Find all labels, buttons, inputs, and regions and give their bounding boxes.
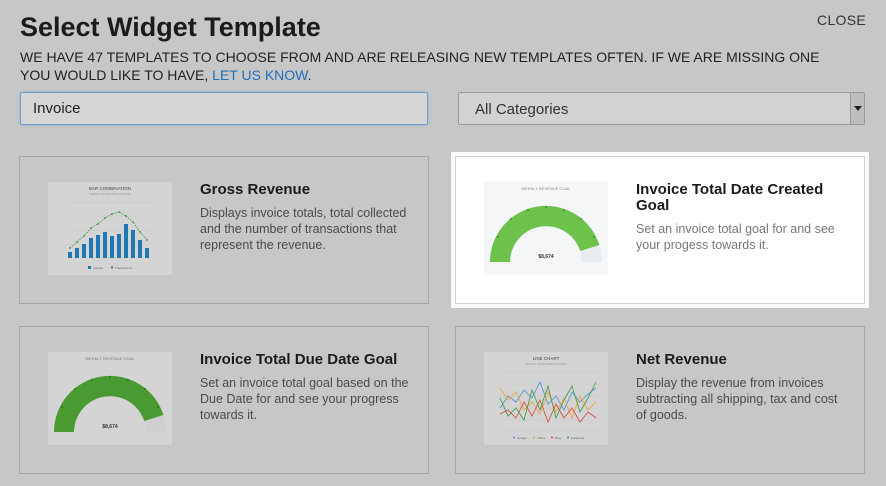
gauge-thumbnail: WEEKLY REVENUE GOAL $8,674 [48,352,172,445]
bar-chart-icon: BAR COMBINATION SERIES MIXED BRIGHTNESS [66,186,158,270]
card-description: Displays invoice totals, total collected… [200,206,407,252]
legend-bing: Bing [555,436,561,440]
card-title: Invoice Total Date Created Goal [636,181,824,214]
bar-combination-thumbnail: BAR COMBINATION SERIES MIXED BRIGHTNESS [48,182,172,275]
gauge-icon: WEEKLY REVENUE GOAL $8,674 [53,356,166,432]
card-title: Net Revenue [636,351,727,368]
thumb-title: WEEKLY REVENUE GOAL [522,186,572,191]
template-card-gross-revenue[interactable]: BAR COMBINATION SERIES MIXED BRIGHTNESS [19,156,429,304]
line-chart-icon: LINE CHART SERIES MIXED BRIGHTNESS Googl… [498,356,602,440]
thumb-title: BAR COMBINATION [89,186,131,191]
gauge-thumbnail: WEEKLY REVENUE GOAL $8,674 [484,182,608,275]
card-description: Display the revenue from invoices subtra… [636,376,838,422]
description-text: WE HAVE 47 TEMPLATES TO CHOOSE FROM AND … [20,49,820,83]
template-card-net-revenue[interactable]: LINE CHART SERIES MIXED BRIGHTNESS Googl… [455,326,865,474]
legend-facebook: Facebook [571,436,585,440]
chevron-down-icon[interactable] [850,93,864,124]
thumb-value: $8,674 [102,424,118,430]
thumb-title: WEEKLY REVENUE GOAL [86,356,136,361]
thumb-value: $8,674 [538,254,554,260]
legend-transactions: Transactions [115,266,133,270]
card-description: Set an invoice total goal for and see yo… [636,222,835,252]
category-select[interactable]: All Categories [458,92,865,125]
line-chart-thumbnail: LINE CHART SERIES MIXED BRIGHTNESS Googl… [484,352,608,445]
legend-yahoo: Yahoo [537,436,546,440]
legend-google: Google [517,436,527,440]
thumb-title: LINE CHART [533,356,560,361]
let-us-know-link[interactable]: LET US KNOW [212,67,307,83]
thumb-subtitle: SERIES MIXED BRIGHTNESS [525,362,567,366]
modal-description: WE HAVE 47 TEMPLATES TO CHOOSE FROM AND … [20,49,820,83]
modal-title: Select Widget Template [20,12,321,42]
legend-sample: Sample [93,266,104,270]
card-title: Gross Revenue [200,181,311,198]
close-button[interactable]: CLOSE [817,12,866,28]
card-title: Invoice Total Due Date Goal [200,351,398,368]
search-input[interactable] [20,92,428,125]
thumb-subtitle: SERIES MIXED BRIGHTNESS [89,192,131,196]
gauge-icon: WEEKLY REVENUE GOAL $8,674 [489,186,602,262]
template-card-invoice-total-due-date-goal[interactable]: WEEKLY REVENUE GOAL $8,674 Invoice Total… [19,326,429,474]
category-select-value: All Categories [475,101,569,118]
template-card-invoice-total-date-created-goal[interactable]: WEEKLY REVENUE GOAL $8,674 Invoice Total… [455,156,865,304]
card-description: Set an invoice total goal based on the D… [200,376,409,422]
